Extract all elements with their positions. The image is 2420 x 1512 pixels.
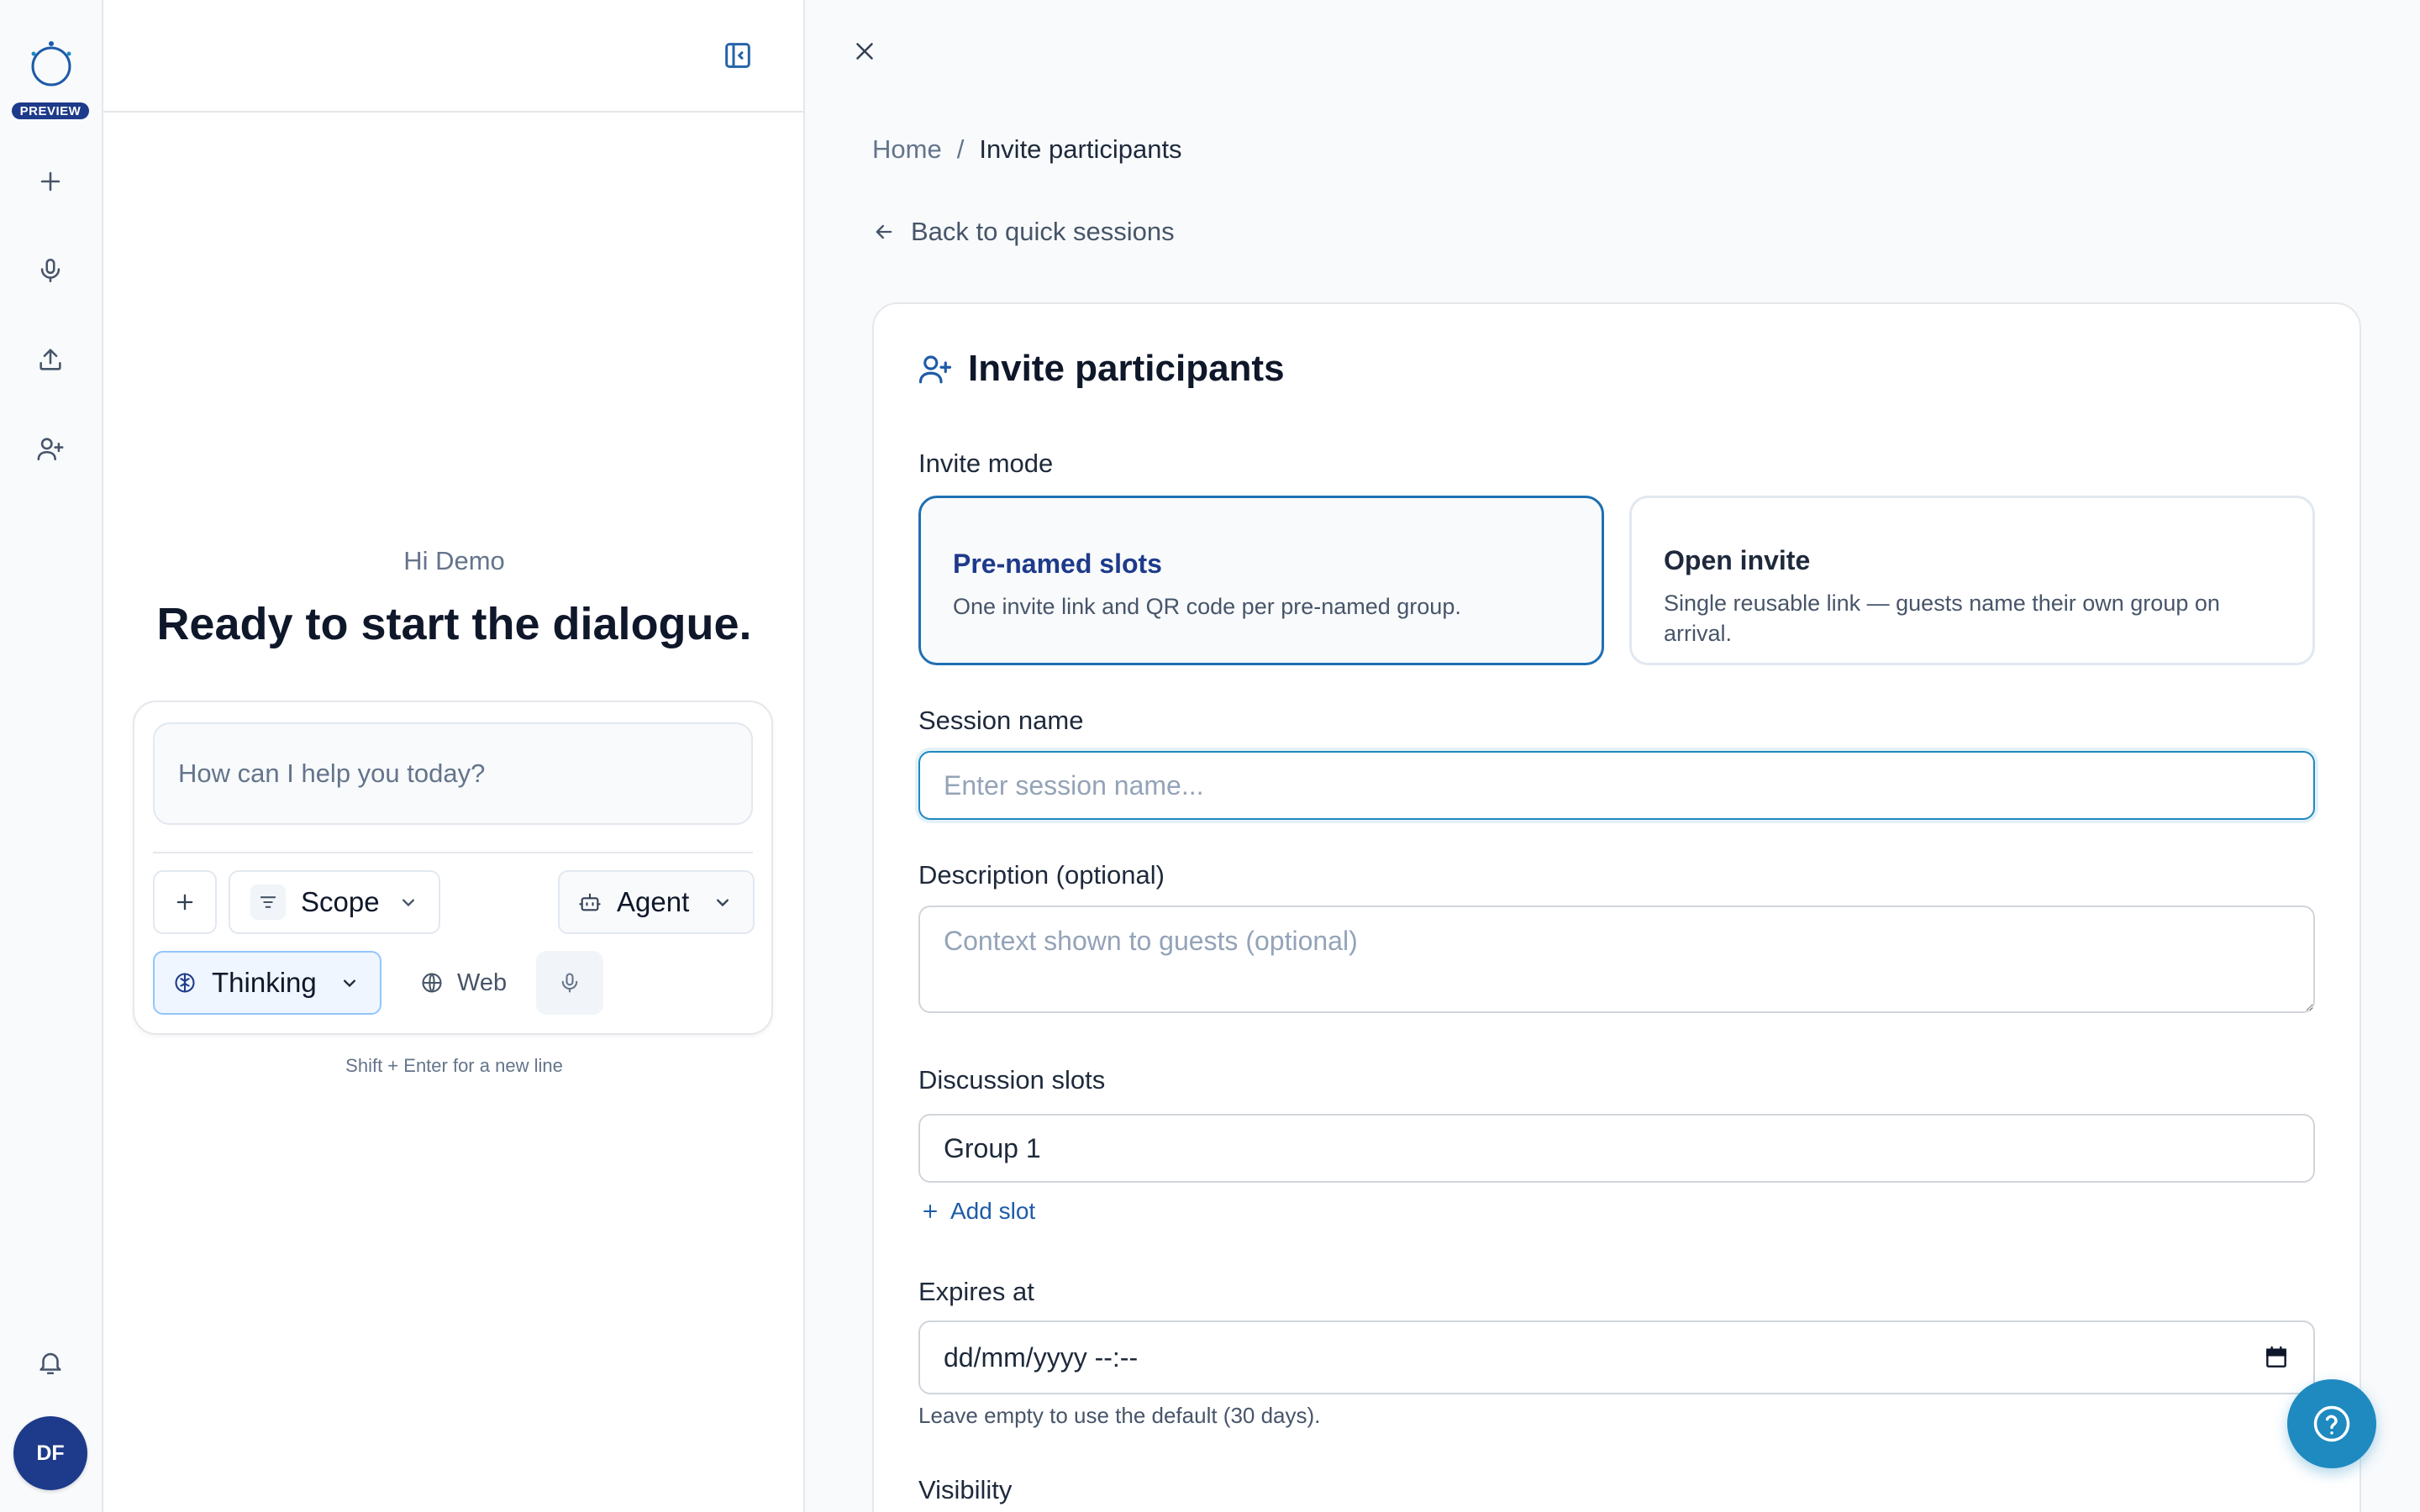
composer-divider: [153, 852, 753, 853]
thinking-dropdown[interactable]: Thinking: [153, 951, 381, 1015]
arrow-left-icon: [876, 224, 892, 239]
add-slot-label: Add slot: [950, 1198, 1036, 1224]
expires-label: Expires at: [918, 1277, 1034, 1306]
plus-icon: [40, 171, 60, 192]
visibility-label: Visibility: [918, 1475, 1013, 1504]
breadcrumb: Home / Invite participants: [872, 134, 1182, 165]
scope-label: Scope: [301, 886, 380, 917]
agent-label: Agent: [617, 886, 690, 917]
mode-title: Open invite: [1664, 545, 1811, 575]
microphone-icon: [561, 973, 578, 993]
mode-title: Pre-named slots: [953, 549, 1162, 579]
globe-icon: [422, 973, 442, 993]
session-name-label: Session name: [918, 706, 1084, 735]
expires-placeholder: dd/mm/yyyy --:--: [944, 1341, 1139, 1373]
discussion-slots-label: Discussion slots: [918, 1065, 1106, 1095]
user-plus-icon: [37, 438, 64, 461]
description-label: Description (optional): [918, 860, 1165, 890]
composer-hint: Shift + Enter for a new line: [345, 1055, 563, 1076]
chevron-down-icon: [402, 899, 414, 907]
add-slot-button[interactable]: Add slot: [920, 1198, 1035, 1225]
mode-description: Single reusable link — guests name their…: [1664, 591, 2220, 647]
breadcrumb-home[interactable]: Home: [872, 134, 942, 165]
description-field[interactable]: [918, 906, 2315, 1013]
invite-participants-button[interactable]: [25, 423, 76, 474]
back-link-label: Back to quick sessions: [911, 217, 1175, 246]
mode-description: One invite link and QR code per pre-name…: [953, 594, 1461, 619]
upload-icon: [39, 349, 61, 370]
filter-icon: [250, 885, 286, 920]
help-button[interactable]: [2287, 1379, 2376, 1468]
bell-icon: [39, 1352, 61, 1375]
logo-icon[interactable]: [24, 37, 79, 92]
icon-rail: PREVIEW DF: [0, 0, 103, 1512]
agent-dropdown[interactable]: Agent: [558, 870, 755, 934]
breadcrumb-current: Invite participants: [979, 134, 1182, 164]
close-icon: [856, 43, 873, 60]
panel-collapse-icon: [725, 43, 750, 68]
microphone-icon: [40, 258, 60, 283]
plus-icon: [176, 894, 193, 911]
help-icon: [2313, 1405, 2350, 1442]
breadcrumb-separator: /: [956, 134, 965, 164]
expires-datetime-input[interactable]: dd/mm/yyyy --:--: [918, 1320, 2315, 1394]
web-label: Web: [457, 969, 508, 996]
chevron-down-icon: [717, 899, 729, 907]
preview-badge: PREVIEW: [12, 102, 89, 119]
greeting-text: Hi Demo: [403, 546, 505, 575]
back-link[interactable]: Back to quick sessions: [872, 217, 1175, 247]
form-title: Invite participants: [968, 348, 1285, 389]
upload-button[interactable]: [25, 334, 76, 385]
close-button[interactable]: [850, 37, 879, 66]
chat-composer: Scope Agent Thinking Web: [133, 701, 773, 1035]
dictation-button[interactable]: [536, 951, 603, 1015]
slot-input[interactable]: [918, 1114, 2315, 1183]
chat-input[interactable]: [153, 722, 753, 825]
chat-header: [103, 0, 805, 113]
mode-option-pre-named[interactable]: Pre-named slots One invite link and QR c…: [918, 496, 1604, 665]
page-title: Invite participants: [918, 348, 1285, 390]
expires-help-text: Leave empty to use the default (30 days)…: [918, 1403, 1321, 1428]
thinking-label: Thinking: [212, 967, 317, 998]
chat-pane: Hi Demo Ready to start the dialogue. Sco…: [103, 0, 805, 1512]
calendar-icon[interactable]: [2263, 1344, 2290, 1371]
session-name-input[interactable]: [918, 751, 2315, 820]
scope-dropdown[interactable]: Scope: [229, 870, 440, 934]
mode-option-open-invite[interactable]: Open invite Single reusable link — guest…: [1629, 496, 2315, 665]
brain-icon: [175, 973, 195, 993]
chat-headline: Ready to start the dialogue.: [156, 599, 752, 649]
invite-mode-label: Invite mode: [918, 449, 1054, 478]
plus-icon: [923, 1205, 937, 1218]
robot-icon: [579, 893, 601, 911]
chevron-down-icon: [344, 979, 355, 988]
collapse-panel-button[interactable]: [721, 39, 755, 72]
new-chat-button[interactable]: [25, 156, 76, 207]
voice-button[interactable]: [25, 245, 76, 296]
attach-button[interactable]: [153, 870, 217, 934]
web-toggle[interactable]: Web: [400, 951, 518, 1015]
avatar[interactable]: DF: [13, 1416, 87, 1490]
notifications-button[interactable]: [25, 1337, 76, 1388]
user-plus-icon: [918, 355, 952, 384]
